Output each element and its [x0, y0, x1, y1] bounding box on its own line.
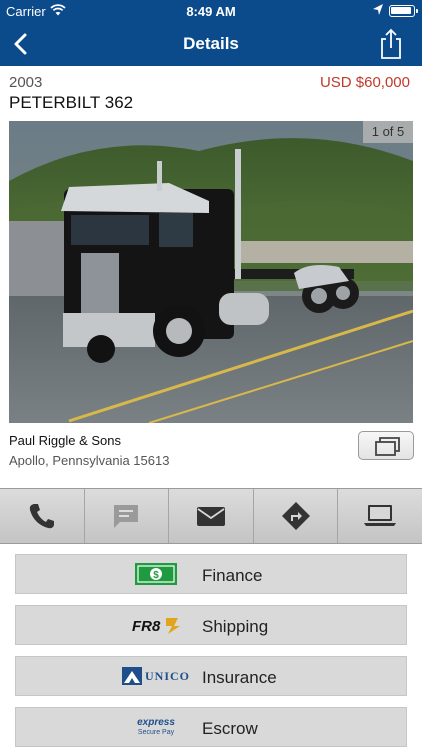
finance-label: Finance [202, 566, 263, 585]
insurance-label: Insurance [202, 668, 277, 687]
gallery-icon [375, 437, 400, 456]
listing-year: 2003 [9, 74, 43, 91]
unico-logo-icon: UNICO [118, 663, 194, 689]
listing-photo[interactable] [9, 121, 413, 423]
mail-icon [196, 507, 225, 526]
share-icon [381, 28, 401, 59]
clock: 8:49 AM [186, 4, 236, 19]
services-list: $ Finance FR8 Shipping UNICO Insurance e… [0, 544, 422, 750]
truck-photo [9, 121, 413, 423]
contact-action-bar [0, 488, 422, 544]
directions-icon [281, 502, 310, 530]
unico-logo-text: UNICO [144, 668, 190, 683]
insurance-button[interactable]: UNICO Insurance [15, 656, 407, 696]
nav-bar: Details [0, 22, 422, 66]
fr8-logo-icon: FR8 [116, 612, 196, 638]
location-arrow-icon [372, 3, 384, 20]
svg-text:FR8: FR8 [132, 618, 161, 635]
seller-location: Apollo, Pennsylvania 15613 [9, 453, 170, 468]
laptop-icon [364, 505, 397, 526]
listing-model: PETERBILT 362 [9, 93, 134, 112]
photo-counter: 1 of 5 [363, 121, 413, 143]
seller-name: Paul Riggle & Sons [9, 433, 122, 448]
shipping-button[interactable]: FR8 Shipping [15, 605, 407, 645]
secure-pay-logo-text: Secure Pay [137, 729, 175, 736]
listing-price: USD $60,000 [319, 74, 410, 91]
directions-button[interactable] [254, 489, 339, 543]
svg-text:$: $ [153, 570, 159, 581]
share-button[interactable] [376, 27, 406, 61]
call-button[interactable] [0, 489, 85, 543]
email-button[interactable] [169, 489, 254, 543]
finance-logo-icon: $ [116, 561, 196, 587]
website-button[interactable] [338, 489, 422, 543]
status-bar: Carrier 8:49 AM [0, 0, 422, 22]
shipping-label: Shipping [202, 617, 269, 636]
gallery-button[interactable] [358, 431, 414, 460]
express-secure-pay-logo-icon: express Secure Pay [116, 714, 196, 740]
express-logo-text: express [137, 717, 175, 728]
phone-icon [29, 504, 54, 529]
battery-icon [389, 5, 418, 17]
escrow-label: Escrow [202, 719, 258, 738]
message-button[interactable] [85, 489, 170, 543]
page-title: Details [183, 34, 239, 53]
escrow-button[interactable]: express Secure Pay Escrow [15, 707, 407, 747]
message-icon [114, 505, 139, 528]
finance-button[interactable]: $ Finance [15, 554, 407, 594]
